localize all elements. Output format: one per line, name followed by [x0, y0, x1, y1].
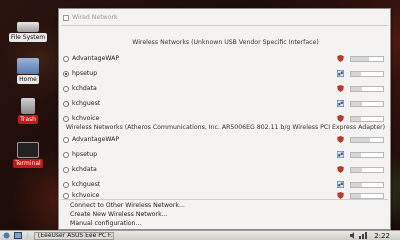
- network-radio: [63, 55, 69, 62]
- network-item[interactable]: kchdata: [59, 164, 392, 175]
- network-item[interactable]: kchvoice: [59, 113, 392, 124]
- network-menu: Wired Network Wireless Networks (Unknown…: [58, 8, 391, 230]
- lock-icon: [337, 115, 344, 122]
- taskbar: ⋮ [EeeUser ASUS Eee PC F... 2:22: [0, 230, 400, 240]
- create-new-network-item[interactable]: Create New Wireless Network...: [70, 211, 168, 218]
- wired-checkbox: [63, 14, 69, 21]
- signal-strength-fill: [351, 137, 371, 142]
- desktop-icon-label: Home: [17, 75, 39, 84]
- home-icon: [17, 58, 39, 74]
- lock-icon: [337, 166, 344, 173]
- signal-strength-bar: [350, 181, 384, 188]
- network-radio: [63, 181, 69, 188]
- desktop-icon-label: Terminal: [13, 159, 43, 168]
- network-item[interactable]: hpsetup: [59, 149, 392, 160]
- network-name: hpsetup: [72, 151, 98, 158]
- manual-configuration-item[interactable]: Manual configuration...: [70, 220, 141, 227]
- lock-icon: [337, 85, 344, 92]
- network-radio: [63, 136, 69, 143]
- signal-strength-fill: [351, 116, 361, 121]
- network-name: AdvantageWAP: [72, 136, 120, 143]
- drive-icon: [17, 22, 39, 32]
- signal-strength-fill: [351, 101, 363, 106]
- network-name: kchvoice: [72, 115, 100, 122]
- network-item[interactable]: kchguest: [59, 98, 392, 109]
- signal-strength-fill: [351, 152, 361, 157]
- signal-strength-fill: [351, 167, 363, 172]
- lock-icon: [337, 192, 344, 199]
- network-name: kchdata: [72, 166, 97, 173]
- desktop-icon-file-system[interactable]: File System: [6, 18, 50, 42]
- network-item[interactable]: AdvantageWAP: [59, 53, 392, 64]
- lock-icon: [337, 55, 344, 62]
- show-desktop-icon[interactable]: [12, 232, 24, 240]
- signal-strength-bar: [350, 192, 384, 199]
- network-item[interactable]: AdvantageWAP: [59, 134, 392, 145]
- taskbar-window-button[interactable]: [EeeUser ASUS Eee PC F...: [34, 231, 114, 240]
- separator-icon: ⋮: [25, 232, 31, 239]
- network-icon[interactable]: [358, 232, 368, 240]
- terminal-icon: [17, 142, 39, 158]
- clock: 2:22: [374, 231, 390, 240]
- signal-strength-bar: [350, 85, 384, 92]
- signal-strength-bar: [350, 115, 384, 122]
- network-radio: [63, 151, 69, 158]
- section-header: Wireless Networks (Unknown USB Vendor Sp…: [132, 39, 319, 46]
- menu-icon[interactable]: [0, 232, 12, 240]
- separator: [61, 199, 388, 200]
- signal-strength-bar: [350, 55, 384, 62]
- desktop-icon-home[interactable]: Home: [6, 58, 50, 84]
- network-name: kchguest: [72, 181, 101, 188]
- network-name: hpsetup: [72, 70, 98, 77]
- adhoc-icon: [337, 181, 344, 188]
- adhoc-icon: [337, 151, 344, 158]
- signal-strength-fill: [351, 193, 361, 198]
- network-item[interactable]: hpsetup: [59, 68, 392, 79]
- network-item[interactable]: kchdata: [59, 83, 392, 94]
- adhoc-icon: [337, 70, 344, 77]
- lock-icon: [337, 136, 344, 143]
- wired-network-label: Wired Network: [72, 14, 118, 21]
- network-name: kchdata: [72, 85, 97, 92]
- network-name: kchvoice: [72, 192, 100, 199]
- network-radio: [63, 166, 69, 173]
- network-radio: [63, 100, 69, 107]
- desktop-icon-trash[interactable]: Trash: [6, 98, 50, 124]
- signal-strength-bar: [350, 136, 384, 143]
- network-radio: [63, 192, 69, 199]
- network-item[interactable]: kchguest: [59, 179, 392, 190]
- wired-network-item[interactable]: Wired Network: [59, 12, 392, 23]
- network-radio: [63, 115, 69, 122]
- desktop-icon-label: File System: [8, 33, 48, 42]
- signal-strength-bar: [350, 151, 384, 158]
- desktop-icon-label: Trash: [18, 115, 38, 124]
- signal-strength-fill: [351, 71, 361, 76]
- trash-icon: [21, 98, 35, 114]
- connect-other-network-item[interactable]: Connect to Other Wireless Network...: [70, 202, 185, 209]
- network-radio: [63, 70, 69, 77]
- section-header: Wireless Networks (Atheros Communication…: [65, 124, 386, 131]
- network-radio: [63, 85, 69, 92]
- network-name: AdvantageWAP: [72, 55, 120, 62]
- signal-strength-bar: [350, 100, 384, 107]
- network-name: kchguest: [72, 100, 101, 107]
- separator: [61, 25, 388, 26]
- adhoc-icon: [337, 100, 344, 107]
- signal-strength-fill: [351, 86, 363, 91]
- signal-strength-fill: [351, 182, 363, 187]
- signal-strength-bar: [350, 166, 384, 173]
- signal-strength-fill: [351, 56, 369, 61]
- volume-icon[interactable]: [348, 232, 358, 240]
- desktop-icon-terminal[interactable]: Terminal: [6, 142, 50, 168]
- signal-strength-bar: [350, 70, 384, 77]
